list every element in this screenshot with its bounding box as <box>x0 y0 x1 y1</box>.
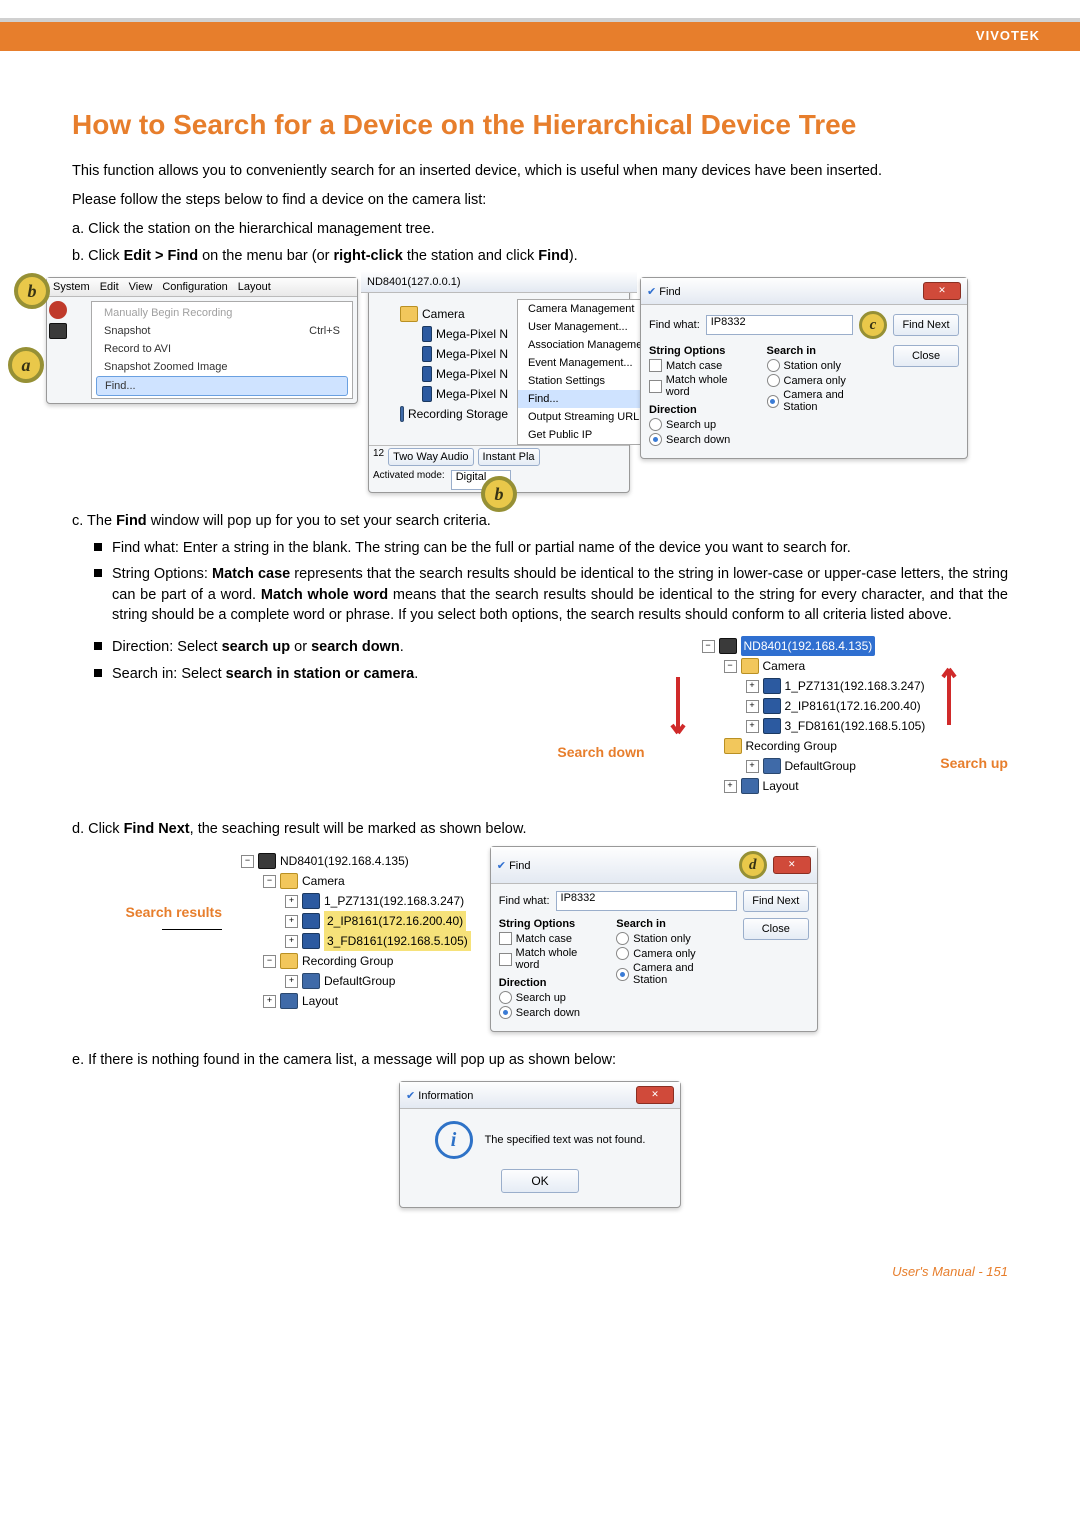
badge-a-icon: a <box>8 347 44 383</box>
close-button[interactable]: Close <box>743 918 809 940</box>
search-down-radio[interactable] <box>649 433 662 446</box>
camera-only-radio[interactable] <box>767 374 780 387</box>
edit-item-snapshot[interactable]: SnapshotCtrl+S <box>96 322 348 340</box>
intro-text: This function allows you to conveniently… <box>72 161 1008 182</box>
screenshot-row-1: b a System Edit View Configuration Layou… <box>32 277 1008 493</box>
menu-layout[interactable]: Layout <box>238 281 271 293</box>
match-case-checkbox[interactable] <box>649 359 662 372</box>
monitor-icon[interactable] <box>49 323 67 339</box>
edit-item-find[interactable]: Find... <box>96 376 348 396</box>
station-only-radio[interactable] <box>616 932 629 945</box>
search-down-label: Search down <box>557 744 644 760</box>
match-case-checkbox[interactable] <box>499 932 512 945</box>
step-b: b. Click Edit > Find on the menu bar (or… <box>72 246 1008 267</box>
step-c: c. The Find window will pop up for you t… <box>72 511 1008 532</box>
edit-dropdown: Manually Begin Recording SnapshotCtrl+S … <box>91 301 353 399</box>
string-options-hd: String Options <box>649 345 753 357</box>
match-whole-checkbox[interactable] <box>499 953 512 966</box>
edit-item-snapshot-zoom[interactable]: Snapshot Zoomed Image <box>96 358 348 376</box>
camera-only-radio[interactable] <box>616 947 629 960</box>
search-results-label: Search results <box>126 904 223 920</box>
brand-bar: VIVOTEK <box>0 22 1080 51</box>
badge-c-icon: c <box>859 311 887 339</box>
edit-menu-panel: System Edit View Configuration Layout Ma… <box>46 277 358 404</box>
menu-edit[interactable]: Edit <box>100 281 119 293</box>
info-icon: i <box>435 1121 473 1159</box>
match-whole-checkbox[interactable] <box>649 380 662 393</box>
search-up-radio[interactable] <box>499 991 512 1004</box>
find-what-input[interactable]: IP8332 <box>556 891 737 911</box>
search-up-label: Search up <box>940 755 1008 771</box>
find-next-button[interactable]: Find Next <box>893 314 959 336</box>
badge-d-icon: d <box>739 851 767 879</box>
camera-station-radio[interactable] <box>616 968 629 981</box>
arrow-down-icon <box>669 677 687 747</box>
menubar[interactable]: System Edit View Configuration Layout <box>47 278 357 297</box>
edit-item-begin[interactable]: Manually Begin Recording <box>96 304 348 322</box>
device-tree-2: −ND8401(192.168.4.135) −Camera +1_PZ7131… <box>232 846 480 1016</box>
find-what-label: Find what: <box>649 319 700 331</box>
step-e: e. If there is nothing found in the came… <box>72 1050 1008 1071</box>
search-in-hd: Search in <box>767 345 880 357</box>
info-message: The specified text was not found. <box>485 1134 646 1146</box>
bullet-find-what: Find what: Enter a string in the blank. … <box>112 538 851 558</box>
find-dialog-c: ✔ Find ✕ Find what: IP8332 c Find Next S… <box>640 277 968 459</box>
camera-station-radio[interactable] <box>767 395 780 408</box>
station-only-radio[interactable] <box>767 359 780 372</box>
close-icon[interactable]: ✕ <box>923 282 961 300</box>
edit-item-record-avi[interactable]: Record to AVI <box>96 340 348 358</box>
device-tree-1: −ND8401(192.168.4.135) −Camera +1_PZ7131… <box>693 631 935 801</box>
step-a: a. Click the station on the hierarchical… <box>72 219 1008 240</box>
follow-text: Please follow the steps below to find a … <box>72 190 1008 211</box>
bullet-string-opts: String Options: Match case represents th… <box>112 564 1008 625</box>
find-what-input[interactable]: IP8332 <box>706 315 853 335</box>
menu-system[interactable]: System <box>53 281 90 293</box>
search-down-radio[interactable] <box>499 1006 512 1019</box>
bullet-direction: Direction: Select search up or search do… <box>112 637 404 657</box>
close-icon[interactable]: ✕ <box>636 1086 674 1104</box>
close-icon[interactable]: ✕ <box>773 856 811 874</box>
menu-view[interactable]: View <box>129 281 153 293</box>
page-footer: User's Manual - 151 <box>0 1234 1080 1319</box>
find-next-button[interactable]: Find Next <box>743 890 809 912</box>
power-icon[interactable] <box>49 301 67 319</box>
menu-configuration[interactable]: Configuration <box>162 281 227 293</box>
direction-hd: Direction <box>649 404 753 416</box>
context-menu-panel: ND8401(127.0.0.1) Camera Mega-Pixel N Me… <box>368 277 630 493</box>
badge-b2-icon: b <box>481 476 517 512</box>
step-d: d. Click Find Next, the seaching result … <box>72 819 1008 840</box>
badge-b-icon: b <box>14 273 50 309</box>
find-dialog-d: ✔ Find d ✕ Find what: IP8332 Find Next S… <box>490 846 818 1032</box>
information-popup: ✔ Information ✕ i The specified text was… <box>399 1081 681 1208</box>
arrow-up-icon <box>940 655 958 725</box>
screenshot-row-2: Search results −ND8401(192.168.4.135) −C… <box>72 846 1008 1032</box>
bullet-search-in: Search in: Select search in station or c… <box>112 664 418 684</box>
search-up-radio[interactable] <box>649 418 662 431</box>
page-title: How to Search for a Device on the Hierar… <box>72 109 1008 141</box>
close-button[interactable]: Close <box>893 345 959 367</box>
ok-button[interactable]: OK <box>501 1169 579 1193</box>
